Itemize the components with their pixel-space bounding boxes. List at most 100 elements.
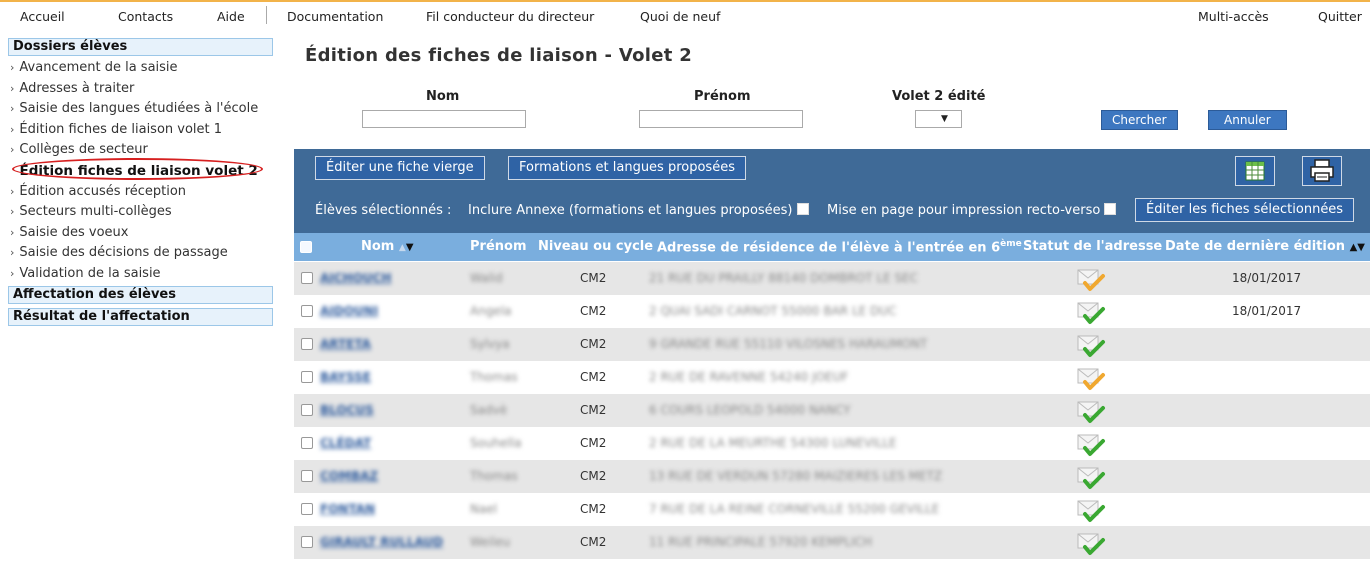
header-date-label: Date de dernière édition xyxy=(1165,239,1346,254)
row-checkbox[interactable] xyxy=(301,272,313,284)
address-ok-icon[interactable] xyxy=(1076,300,1108,326)
student-name-link[interactable]: AICHOUCH xyxy=(320,271,391,285)
section-affectation[interactable]: Affectation des élèves xyxy=(8,285,273,304)
menu-documentation[interactable]: Documentation xyxy=(287,9,383,24)
section-resultat[interactable]: Résultat de l'affectation xyxy=(8,307,273,326)
chevron-right-icon: › xyxy=(10,205,15,219)
sidebar-item-accuses[interactable]: › Édition accusés réception xyxy=(8,182,273,203)
formations-button[interactable]: Formations et langues proposées xyxy=(508,156,746,180)
chevron-right-icon: › xyxy=(10,225,15,239)
student-name-link[interactable]: CLÉDAT xyxy=(320,436,371,450)
table-row[interactable]: CLÉDAT Souhella CM2 2 RUE DE LA MEURTHE 543… xyxy=(294,427,1370,460)
menu-multi-acces[interactable]: Multi-accès xyxy=(1198,9,1269,24)
sidebar-item-secteurs[interactable]: › Secteurs multi-collèges xyxy=(8,202,273,223)
highlight-ring xyxy=(12,157,263,180)
sidebar-item-adresses[interactable]: › Adresses à traiter xyxy=(8,79,273,100)
student-name-link[interactable]: BLOCUS xyxy=(320,403,374,417)
cancel-button[interactable]: Annuler xyxy=(1208,110,1287,130)
student-firstname: Thomas xyxy=(470,469,518,483)
header-niveau: Niveau ou cycle xyxy=(538,239,654,254)
nom-field[interactable] xyxy=(362,110,526,128)
section-dossiers-eleves[interactable]: Dossiers élèves xyxy=(8,38,273,56)
address-warning-icon[interactable] xyxy=(1076,366,1108,392)
student-name-link[interactable]: COMBAZ xyxy=(320,469,378,483)
export-button[interactable] xyxy=(1235,156,1275,186)
row-checkbox[interactable] xyxy=(301,371,313,383)
prenom-field[interactable] xyxy=(639,110,803,128)
address-ok-icon[interactable] xyxy=(1076,465,1108,491)
sort-asc-icon[interactable]: ▲ xyxy=(399,243,406,253)
nom-label: Nom xyxy=(426,89,460,104)
search-button[interactable]: Chercher xyxy=(1101,110,1178,130)
table-row[interactable]: ARTETA Sylvya CM2 9 GRANDE RUE 55110 VILOSN… xyxy=(294,328,1370,361)
row-checkbox[interactable] xyxy=(301,404,313,416)
address-ok-icon[interactable] xyxy=(1076,333,1108,359)
row-checkbox[interactable] xyxy=(301,503,313,515)
chevron-right-icon: › xyxy=(10,143,15,157)
student-name-link[interactable]: GIRAULT RULLAUD xyxy=(320,535,443,549)
address-ok-icon[interactable] xyxy=(1076,531,1108,557)
last-edition-date: 18/01/2017 xyxy=(1232,304,1302,318)
menu-quoi-de-neuf[interactable]: Quoi de neuf xyxy=(640,9,720,24)
row-checkbox[interactable] xyxy=(301,305,313,317)
menu-fil-conducteur[interactable]: Fil conducteur du directeur xyxy=(426,9,594,24)
table-row[interactable]: BLOCUS Sadvè CM2 6 COURS LEOPOLD 54000 NANC… xyxy=(294,394,1370,427)
edit-selected-button[interactable]: Éditer les fiches sélectionnées xyxy=(1135,198,1354,222)
student-firstname: Sylvya xyxy=(470,337,510,351)
blank-sheet-button[interactable]: Éditer une fiche vierge xyxy=(315,156,485,180)
student-address: 21 RUE DU PRAILLY 88140 DOMBROT LE SEC xyxy=(649,271,919,285)
student-name-link[interactable]: AIDOUNI xyxy=(320,304,378,318)
row-checkbox[interactable] xyxy=(301,470,313,482)
menu-quitter[interactable]: Quitter xyxy=(1318,9,1362,24)
student-name-link[interactable]: FONTAN xyxy=(320,502,375,516)
sort-desc-icon[interactable]: ▼ xyxy=(406,242,414,253)
chevron-right-icon: › xyxy=(10,102,15,116)
student-firstname: Nael xyxy=(470,502,498,516)
sort-icon[interactable]: ▲▼ xyxy=(1350,242,1365,253)
sidebar-item-langues[interactable]: › Saisie des langues étudiées à l'école xyxy=(8,99,273,120)
sidebar-item-volet1[interactable]: › Édition fiches de liaison volet 1 xyxy=(8,120,273,141)
header-date[interactable]: Date de dernière édition ▲▼ xyxy=(1165,239,1365,254)
recto-verso-option[interactable]: Mise en page pour impression recto-verso xyxy=(827,203,1117,218)
sidebar-item-avancement[interactable]: › Avancement de la saisie xyxy=(8,58,273,79)
table-row[interactable]: GIRAULT RULLAUD Weileu CM2 11 RUE PRINCIPAL… xyxy=(294,526,1370,559)
table-row[interactable]: AIDOUNI Angela CM2 2 QUAI SADI CARNOT 55000… xyxy=(294,295,1370,328)
student-address: 2 QUAI SADI CARNOT 55000 BAR LE DUC xyxy=(649,304,897,318)
address-warning-icon[interactable] xyxy=(1076,267,1108,293)
print-button[interactable] xyxy=(1302,156,1342,186)
row-checkbox[interactable] xyxy=(301,338,313,350)
recto-verso-checkbox[interactable] xyxy=(1104,203,1117,215)
prenom-label: Prénom xyxy=(694,89,751,104)
sidebar-item-validation[interactable]: › Validation de la saisie xyxy=(8,264,273,285)
sidebar-item-decisions[interactable]: › Saisie des décisions de passage xyxy=(8,243,273,264)
menu-accueil[interactable]: Accueil xyxy=(20,9,65,24)
include-annex-label: Inclure Annexe (formations et langues pr… xyxy=(468,203,793,218)
volet-edite-select[interactable]: ▼ xyxy=(915,110,962,128)
include-annex-checkbox[interactable] xyxy=(796,203,809,215)
toolbar-panel: Éditer une fiche vierge Formations et la… xyxy=(294,149,1370,233)
header-nom[interactable]: Nom ▲▼ xyxy=(361,239,414,254)
student-level: CM2 xyxy=(580,502,607,516)
address-ok-icon[interactable] xyxy=(1076,432,1108,458)
address-ok-icon[interactable] xyxy=(1076,399,1108,425)
sidebar-item-label: Saisie des décisions de passage xyxy=(19,245,228,261)
selected-students-label: Élèves sélectionnés : xyxy=(315,203,452,218)
table-row[interactable]: FONTAN Nael CM2 7 RUE DE LA REINE CORNEVILL… xyxy=(294,493,1370,526)
table-row[interactable]: AICHOUCH Walid CM2 21 RUE DU PRAILLY 88140 … xyxy=(294,262,1370,295)
table-row[interactable]: COMBAZ Thomas CM2 13 RUE DE VERDUN 57280 MA… xyxy=(294,460,1370,493)
table-row[interactable]: BAYSSE Thomas CM2 2 RUE DE RAVENNE 54240 JO… xyxy=(294,361,1370,394)
student-name-link[interactable]: ARTETA xyxy=(320,337,371,351)
include-annex-option[interactable]: Inclure Annexe (formations et langues pr… xyxy=(468,203,809,218)
sidebar-item-volet2[interactable]: ›Édition fiches de liaison volet 2 xyxy=(8,157,273,182)
sidebar-item-voeux[interactable]: › Saisie des voeux xyxy=(8,223,273,244)
student-level: CM2 xyxy=(580,535,607,549)
menu-contacts[interactable]: Contacts xyxy=(118,9,173,24)
row-checkbox[interactable] xyxy=(301,536,313,548)
menu-aide[interactable]: Aide xyxy=(217,9,245,24)
student-address: 2 RUE DE RAVENNE 54240 JOEUF xyxy=(649,370,849,384)
row-checkbox[interactable] xyxy=(301,437,313,449)
address-ok-icon[interactable] xyxy=(1076,498,1108,524)
select-all-checkbox[interactable] xyxy=(300,241,312,253)
student-name-link[interactable]: BAYSSE xyxy=(320,370,371,384)
student-address: 11 RUE PRINCIPALE 57920 KEMPLICH xyxy=(649,535,873,549)
